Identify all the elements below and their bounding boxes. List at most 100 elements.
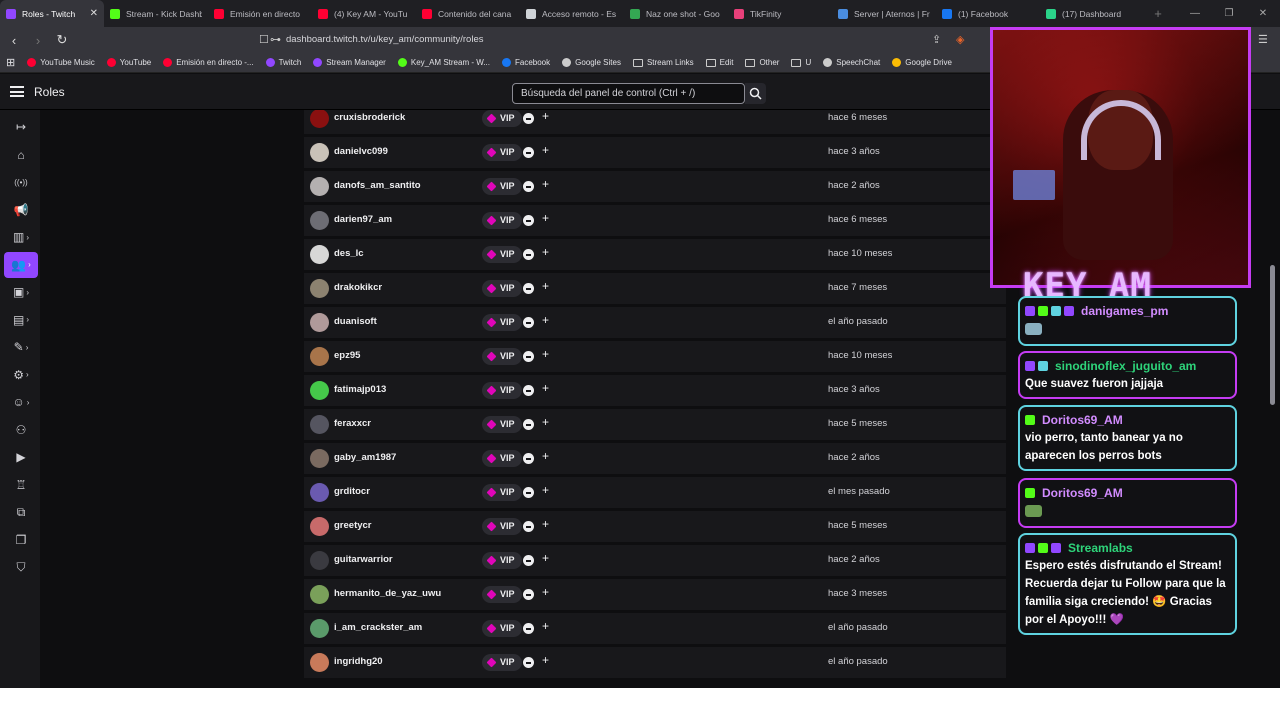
bookmark-item[interactable]: Google Sites [562,58,621,67]
username[interactable]: darien97_am [334,214,392,225]
remove-role-icon[interactable] [523,113,534,124]
username[interactable]: guitarwarrior [334,554,393,565]
sidebar-item[interactable]: ⌂ [4,142,38,168]
bookmark-item[interactable]: Facebook [502,58,550,67]
add-role-icon[interactable]: + [542,449,549,463]
sidebar-item[interactable]: ⚙ › [4,362,38,388]
add-role-icon[interactable]: + [542,619,549,633]
bookmark-star-icon[interactable]: ☐ [259,33,269,46]
browser-tab[interactable]: Emisión en directo [208,0,312,27]
sidebar-item[interactable]: ▣ › [4,279,38,305]
extension-icon[interactable]: ◈ [956,33,964,46]
browser-tab[interactable]: Naz one shot - Goo [624,0,728,27]
username[interactable]: danielvc099 [334,146,388,157]
site-info-icon[interactable]: ⊶ [270,33,281,46]
username[interactable]: fatimajp013 [334,384,386,395]
sidebar-item[interactable]: ☺ › [4,389,38,415]
url-field[interactable]: dashboard.twitch.tv/u/key_am/community/r… [286,34,483,45]
remove-role-icon[interactable] [523,589,534,600]
add-role-icon[interactable]: + [542,585,549,599]
sidebar-item[interactable]: ⛉ [4,554,38,580]
username[interactable]: greetycr [334,520,372,531]
maximize-button[interactable]: ❐ [1212,0,1246,27]
bookmark-item[interactable]: Edit [705,58,733,67]
browser-tab[interactable]: (17) Dashboard [1040,0,1144,27]
menu-icon[interactable]: ☰ [1258,33,1268,46]
browser-tab[interactable]: Server | Aternos | Fr [832,0,936,27]
apps-icon[interactable]: ⊞ [6,56,15,69]
add-role-icon[interactable]: + [542,415,549,429]
add-role-icon[interactable]: + [542,483,549,497]
hamburger-menu-icon[interactable] [10,86,24,97]
browser-tab[interactable]: (1) Facebook [936,0,1040,27]
bookmark-item[interactable]: Other [745,58,779,67]
bookmark-item[interactable]: Stream Manager [313,58,386,67]
sidebar-item[interactable]: ♖ [4,472,38,498]
remove-role-icon[interactable] [523,181,534,192]
add-role-icon[interactable]: + [542,177,549,191]
remove-role-icon[interactable] [523,555,534,566]
remove-role-icon[interactable] [523,453,534,464]
remove-role-icon[interactable] [523,623,534,634]
remove-role-icon[interactable] [523,419,534,430]
sidebar-item[interactable]: ((•)) [4,169,38,195]
add-role-icon[interactable]: + [542,245,549,259]
back-icon[interactable]: ‹ [4,33,24,48]
add-role-icon[interactable]: + [542,279,549,293]
add-role-icon[interactable]: + [542,653,549,667]
sidebar-item[interactable]: ❐ [4,527,38,553]
username[interactable]: feraxxcr [334,418,371,429]
add-role-icon[interactable]: + [542,211,549,225]
sidebar-item[interactable]: ▶ [4,444,38,470]
add-role-icon[interactable]: + [542,381,549,395]
sidebar-item[interactable]: ✎ › [4,334,38,360]
bookmark-item[interactable]: Key_AM Stream - W... [397,58,490,67]
sidebar-item[interactable]: ↦ [4,114,38,140]
remove-role-icon[interactable] [523,487,534,498]
username[interactable]: duanisoft [334,316,377,327]
username[interactable]: ingridhg20 [334,656,383,667]
bookmark-item[interactable]: Emisión en directo -... [163,58,254,67]
browser-tab[interactable]: Contenido del cana [416,0,520,27]
username[interactable]: i_am_crackster_am [334,622,422,633]
sidebar-item[interactable]: ▤ › [4,307,38,333]
username[interactable]: gaby_am1987 [334,452,396,463]
remove-role-icon[interactable] [523,283,534,294]
reload-icon[interactable]: ↻ [52,32,72,48]
remove-role-icon[interactable] [523,657,534,668]
remove-role-icon[interactable] [523,215,534,226]
dashboard-search-input[interactable]: Búsqueda del panel de control (Ctrl + /) [512,83,745,104]
sidebar-item[interactable]: 👥 › [4,251,38,278]
username[interactable]: cruxisbroderick [334,112,405,123]
browser-tab[interactable]: TikFinity [728,0,832,27]
username[interactable]: des_lc [334,248,364,259]
remove-role-icon[interactable] [523,249,534,260]
username[interactable]: danofs_am_santito [334,180,421,191]
username[interactable]: drakokikcr [334,282,382,293]
add-role-icon[interactable]: + [542,517,549,531]
username[interactable]: grditocr [334,486,370,497]
browser-tab[interactable]: Roles - Twitch ✕ [0,0,104,27]
minimize-button[interactable]: — [1178,0,1212,27]
sidebar-item[interactable]: ⚇ [4,417,38,443]
sidebar-item[interactable]: ⧉ [4,499,38,525]
browser-tab[interactable]: Acceso remoto - Es [520,0,624,27]
remove-role-icon[interactable] [523,317,534,328]
add-role-icon[interactable]: + [542,143,549,157]
close-tab-icon[interactable]: ✕ [90,8,98,19]
bookmark-item[interactable]: Google Drive [892,58,952,67]
add-role-icon[interactable]: + [542,551,549,565]
search-button[interactable] [745,83,766,104]
add-role-icon[interactable]: + [542,110,549,123]
bookmark-item[interactable]: Stream Links [632,58,694,67]
sidebar-item[interactable]: 📢 [4,197,38,223]
browser-tab[interactable]: (4) Key AM - YouTu [312,0,416,27]
bookmark-item[interactable]: SpeechChat [823,58,880,67]
add-role-icon[interactable]: + [542,347,549,361]
username[interactable]: epz95 [334,350,360,361]
share-icon[interactable]: ⇪ [932,33,941,46]
remove-role-icon[interactable] [523,521,534,532]
remove-role-icon[interactable] [523,385,534,396]
remove-role-icon[interactable] [523,147,534,158]
new-tab-button[interactable]: + [1144,6,1172,21]
